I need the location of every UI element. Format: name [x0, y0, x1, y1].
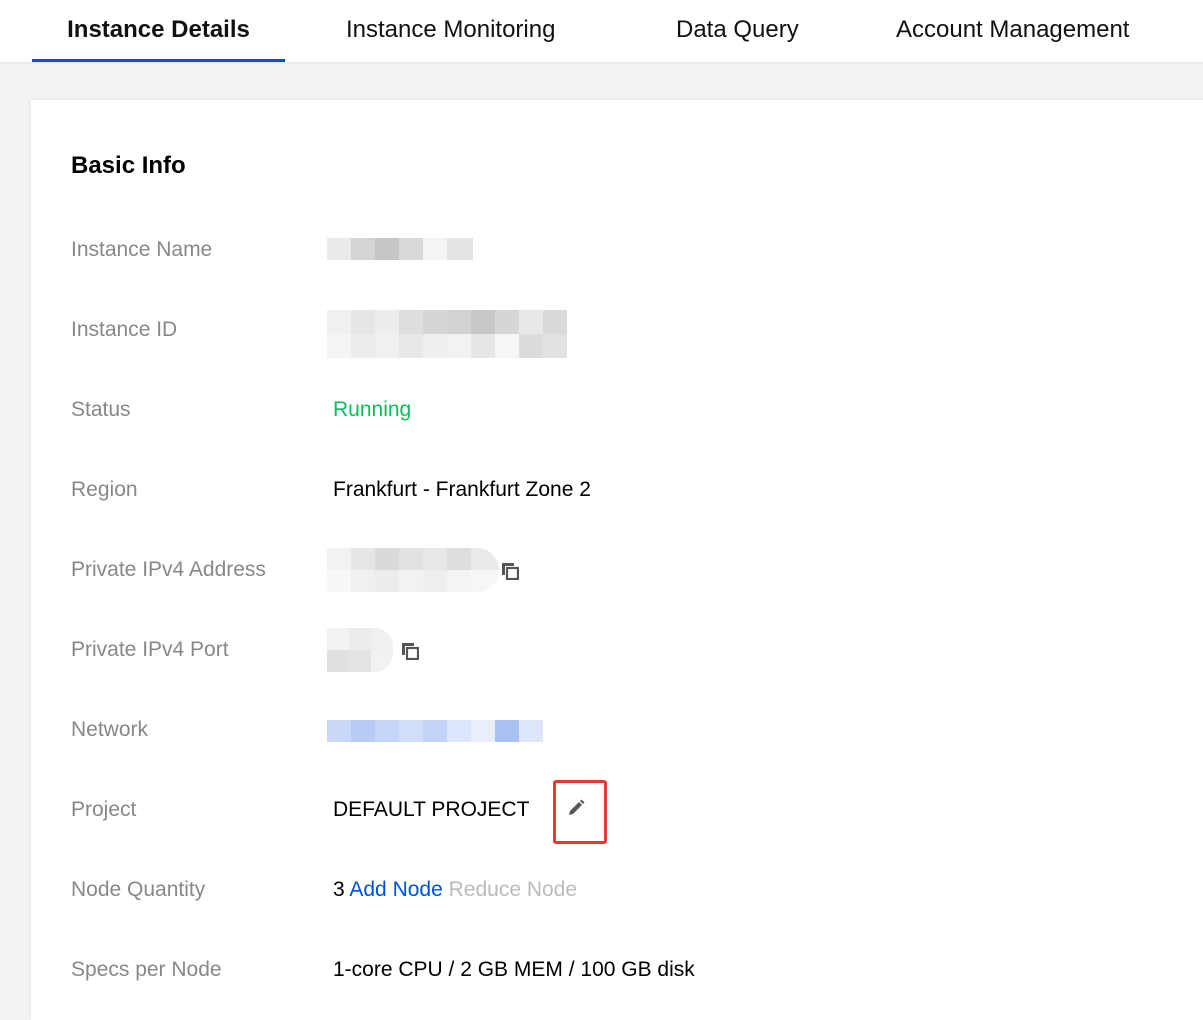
add-node-link[interactable]: Add Node: [349, 878, 442, 901]
label-project: Project: [71, 798, 137, 821]
label-private-ipv4-address: Private IPv4 Address: [71, 558, 266, 581]
row-region: Region Frankfurt - Frankfurt Zone 2: [31, 470, 1203, 510]
tab-instance-details[interactable]: Instance Details: [32, 16, 285, 62]
row-private-ipv4-port: Private IPv4 Port: [31, 628, 1203, 672]
label-network: Network: [71, 718, 149, 741]
masked-private-ipv4-port: [327, 628, 393, 672]
section-title: Basic Info: [71, 152, 186, 179]
region-value: Frankfurt - Frankfurt Zone 2: [333, 478, 591, 501]
label-instance-name: Instance Name: [71, 238, 213, 261]
node-quantity-value: 3: [333, 878, 345, 901]
label-private-ipv4-port: Private IPv4 Port: [71, 638, 229, 661]
label-region: Region: [71, 478, 138, 501]
row-instance-name: Instance Name: [31, 230, 1203, 270]
label-node-quantity: Node Quantity: [71, 878, 206, 901]
masked-network[interactable]: [327, 720, 543, 742]
masked-instance-id: [327, 310, 567, 358]
row-specs-per-node: Specs per Node 1-core CPU / 2 GB MEM / 1…: [31, 950, 1203, 990]
row-private-ipv4-address: Private IPv4 Address: [31, 548, 1203, 592]
row-node-quantity: Node Quantity 3 Add Node Reduce Node: [31, 870, 1203, 910]
node-quantity-group: 3 Add Node Reduce Node: [333, 870, 577, 910]
row-status: Status Running: [31, 390, 1203, 430]
project-value: DEFAULT PROJECT: [333, 798, 530, 821]
row-project: Project DEFAULT PROJECT: [31, 790, 1203, 830]
tab-data-query[interactable]: Data Query: [676, 16, 799, 62]
status-value: Running: [333, 398, 412, 421]
masked-private-ipv4-address: [327, 548, 499, 592]
tab-account-management[interactable]: Account Management: [896, 16, 1129, 62]
row-network: Network: [31, 710, 1203, 750]
basic-info-card: Basic Info Instance Name Instance ID Sta…: [31, 100, 1203, 1020]
copy-icon[interactable]: [401, 642, 419, 660]
tab-instance-monitoring[interactable]: Instance Monitoring: [346, 16, 555, 62]
label-instance-id: Instance ID: [71, 318, 178, 341]
masked-instance-name: [327, 238, 473, 260]
specs-per-node-value: 1-core CPU / 2 GB MEM / 100 GB disk: [333, 958, 695, 981]
label-specs-per-node: Specs per Node: [71, 958, 222, 981]
label-status: Status: [71, 398, 131, 421]
reduce-node-link[interactable]: Reduce Node: [449, 878, 577, 901]
highlight-box: [553, 780, 607, 844]
tab-bar: Instance Details Instance Monitoring Dat…: [0, 0, 1203, 63]
copy-icon[interactable]: [501, 562, 519, 580]
row-instance-id: Instance ID: [31, 310, 1203, 358]
